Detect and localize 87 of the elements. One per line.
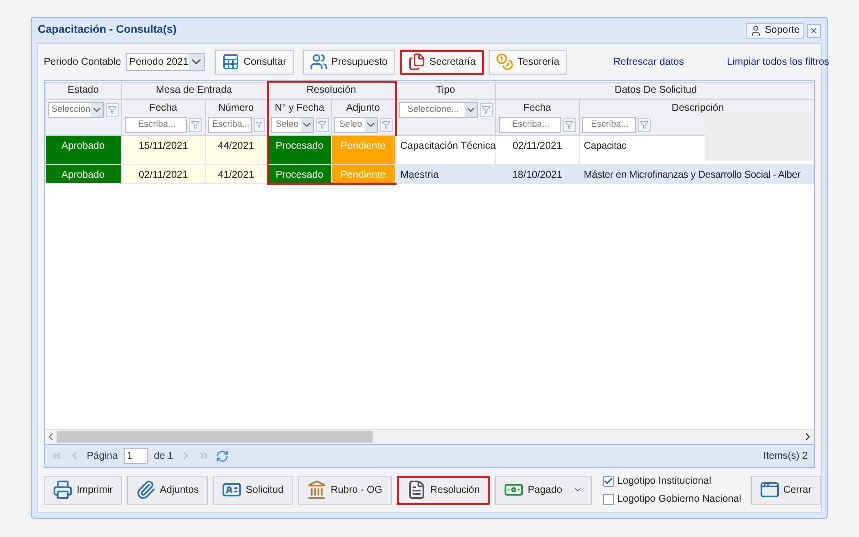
documents-icon <box>408 53 426 71</box>
filter-dropdown[interactable]: Seleo <box>334 116 378 132</box>
action-button[interactable]: Pagado <box>495 476 592 504</box>
window-icon <box>760 480 780 500</box>
support-button[interactable]: Soporte <box>746 22 804 38</box>
column-header[interactable]: N° y Fecha <box>268 100 332 116</box>
filter-icon[interactable] <box>254 118 265 132</box>
table-cell: Maestria <box>396 164 496 184</box>
checkbox-label: Logotipo Gobierno Nacional <box>618 492 742 506</box>
page-field[interactable]: 1 <box>124 448 148 464</box>
checkbox-label: Logotipo Institucional <box>618 474 712 488</box>
column-header[interactable]: Descripción <box>580 100 814 116</box>
table-cell: Capacitación Técnica <box>396 135 496 164</box>
filter-field[interactable]: Escriba... <box>499 116 562 132</box>
action-button[interactable]: Resolución <box>396 476 490 504</box>
scrollbar-thumb[interactable] <box>57 431 373 443</box>
coins-icon <box>496 53 514 71</box>
toolbar-link[interactable]: Refrescar datos <box>614 54 684 70</box>
table-icon <box>222 53 240 71</box>
toolbar-button[interactable]: Consultar <box>214 50 294 74</box>
caret-icon <box>465 102 478 116</box>
table-cell: Máster en Microfinanzas y Desarrollo Social - Alber <box>580 164 814 184</box>
page-count: de 1 <box>154 450 174 464</box>
filter-icon[interactable] <box>189 118 202 132</box>
action-button[interactable]: Solicitud <box>213 476 293 504</box>
user-icon <box>750 24 762 36</box>
filter-icon[interactable] <box>380 118 393 132</box>
column-header[interactable]: Fecha <box>496 100 580 116</box>
filter-dropdown[interactable]: Seleccione... <box>398 102 478 118</box>
checkbox[interactable] <box>602 494 614 504</box>
caret-icon <box>188 54 204 70</box>
filter-field[interactable]: Escriba... <box>125 116 187 132</box>
refresh-icon[interactable] <box>216 450 229 462</box>
table-row[interactable]: Aprobado 02/11/2021 41/2021 Procesado Pendiente Maestria 18/10/2021 Máster en Microfinanzas y Desarrollo Social - Alber <box>46 164 814 184</box>
filter-icon[interactable] <box>638 118 652 132</box>
period-label: Periodo Contable <box>44 56 122 70</box>
caret-icon <box>301 118 314 132</box>
last-page-icon[interactable] <box>198 450 210 462</box>
toolbar-button[interactable]: Tesorería <box>488 50 567 74</box>
period-dropdown[interactable]: Periodo 2021 <box>126 53 205 71</box>
column-header[interactable]: Fecha <box>122 100 205 116</box>
window-title: Capacitación - Consulta(s) <box>38 23 178 38</box>
document-icon <box>406 480 427 500</box>
column-header[interactable]: Adjunto <box>332 100 395 116</box>
column-header[interactable]: Número <box>206 100 267 116</box>
bank-icon <box>306 480 327 500</box>
filter-field[interactable]: Escriba... <box>582 116 636 132</box>
close-button[interactable]: × <box>807 24 821 38</box>
people-icon <box>310 53 328 71</box>
table-cell: 02/11/2021 <box>122 164 206 184</box>
page-label: Página <box>87 450 118 464</box>
action-button[interactable]: Imprimir <box>44 476 122 504</box>
action-button[interactable]: Rubro - OG <box>298 476 392 504</box>
table-cell: 41/2021 <box>206 164 268 184</box>
filter-icon[interactable] <box>106 102 119 116</box>
filter-dropdown[interactable]: Seleo <box>270 116 314 132</box>
table-cell: 18/10/2021 <box>496 164 580 184</box>
first-page-icon[interactable] <box>51 450 63 462</box>
action-button[interactable]: Adjuntos <box>127 476 208 504</box>
caret-icon <box>364 118 377 132</box>
table-cell: 44/2021 <box>206 135 268 164</box>
table-cell: Aprobado <box>46 164 122 184</box>
toolbar-button[interactable]: Secretaría <box>400 50 484 74</box>
checkbox[interactable] <box>602 476 614 486</box>
table-cell: Aprobado <box>46 135 122 164</box>
table-cell: Pendiente <box>332 164 396 184</box>
filter-icon[interactable] <box>480 102 494 116</box>
close-dialog-button[interactable]: Cerrar <box>751 476 821 504</box>
caret-icon <box>91 102 104 116</box>
table-cell: Procesado <box>268 135 332 164</box>
table-cell: 02/11/2021 <box>496 135 580 164</box>
paperclip-icon <box>136 480 156 500</box>
toolbar-button[interactable]: Presupuesto <box>302 50 395 74</box>
printer-icon <box>53 480 73 500</box>
table-cell: Procesado <box>268 164 332 184</box>
item-count: Items(s) 2 <box>764 450 808 464</box>
column-group-header: Estado <box>46 82 122 99</box>
column-group-header: Datos De Solicitud <box>496 82 814 99</box>
column-group-header: Mesa de Entrada <box>122 82 268 99</box>
toolbar-link[interactable]: Limpiar todos los filtros <box>727 54 830 70</box>
table-cell: 15/11/2021 <box>122 135 206 164</box>
filter-dropdown[interactable]: Seleccion <box>48 102 104 118</box>
filter-icon[interactable] <box>563 118 576 132</box>
filter-field[interactable]: Escriba... <box>208 116 252 132</box>
table-cell: Pendiente <box>332 135 396 164</box>
filter-icon[interactable] <box>316 118 330 132</box>
column-group-header: Tipo <box>396 82 496 99</box>
